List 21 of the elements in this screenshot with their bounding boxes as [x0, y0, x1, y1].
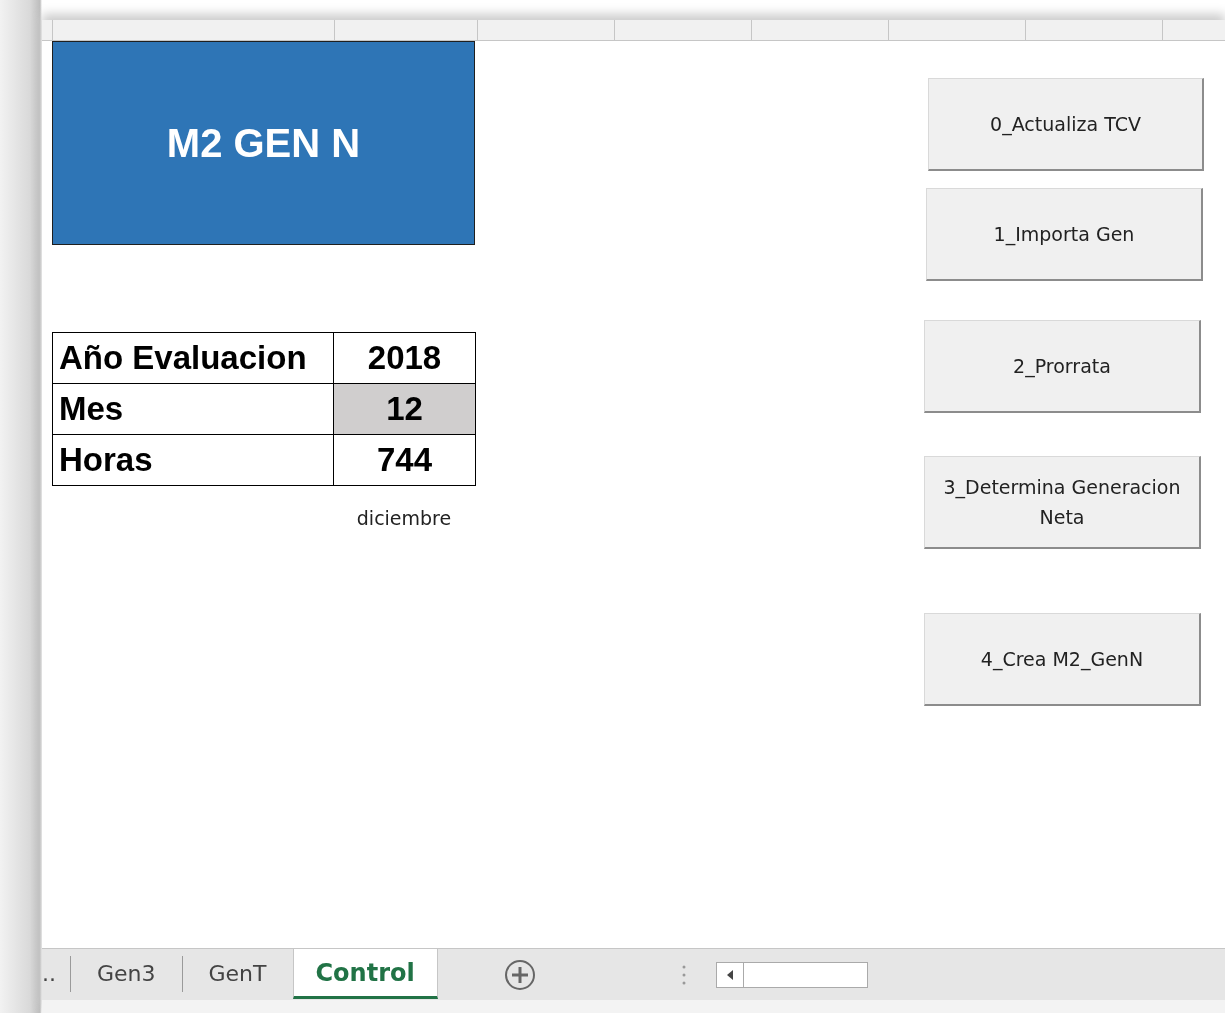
table-cell: Horas	[52, 434, 334, 486]
macro-button[interactable]: 1_Importa Gen	[926, 188, 1203, 281]
splitter-handle-icon[interactable]	[681, 963, 686, 986]
table-cell: Mes	[52, 383, 334, 435]
table-cell: Año Evaluacion	[52, 332, 334, 384]
sheet-tab[interactable]: Control	[292, 949, 438, 999]
macro-button[interactable]: 3_Determina Generacion Neta	[924, 456, 1201, 549]
add-sheet-icon[interactable]	[503, 958, 536, 991]
table-cell: 12	[333, 383, 476, 435]
scroll-left-button[interactable]	[715, 961, 744, 988]
table-cell: 2018	[333, 332, 476, 384]
macro-button[interactable]: 2_Prorrata	[924, 320, 1201, 413]
sheet-tab[interactable]: ..	[42, 956, 71, 992]
scrollbar-thumb[interactable]	[743, 961, 868, 988]
macro-button[interactable]: 4_Crea M2_GenN	[924, 613, 1201, 706]
month-label: diciembre	[355, 507, 453, 529]
caret-left-icon	[725, 969, 734, 980]
sheet-tab[interactable]: Gen3	[71, 956, 183, 992]
title-block: M2 GEN N	[52, 41, 475, 245]
macro-button[interactable]: 0_Actualiza TCV	[928, 78, 1204, 171]
table-cell: 744	[333, 434, 476, 486]
